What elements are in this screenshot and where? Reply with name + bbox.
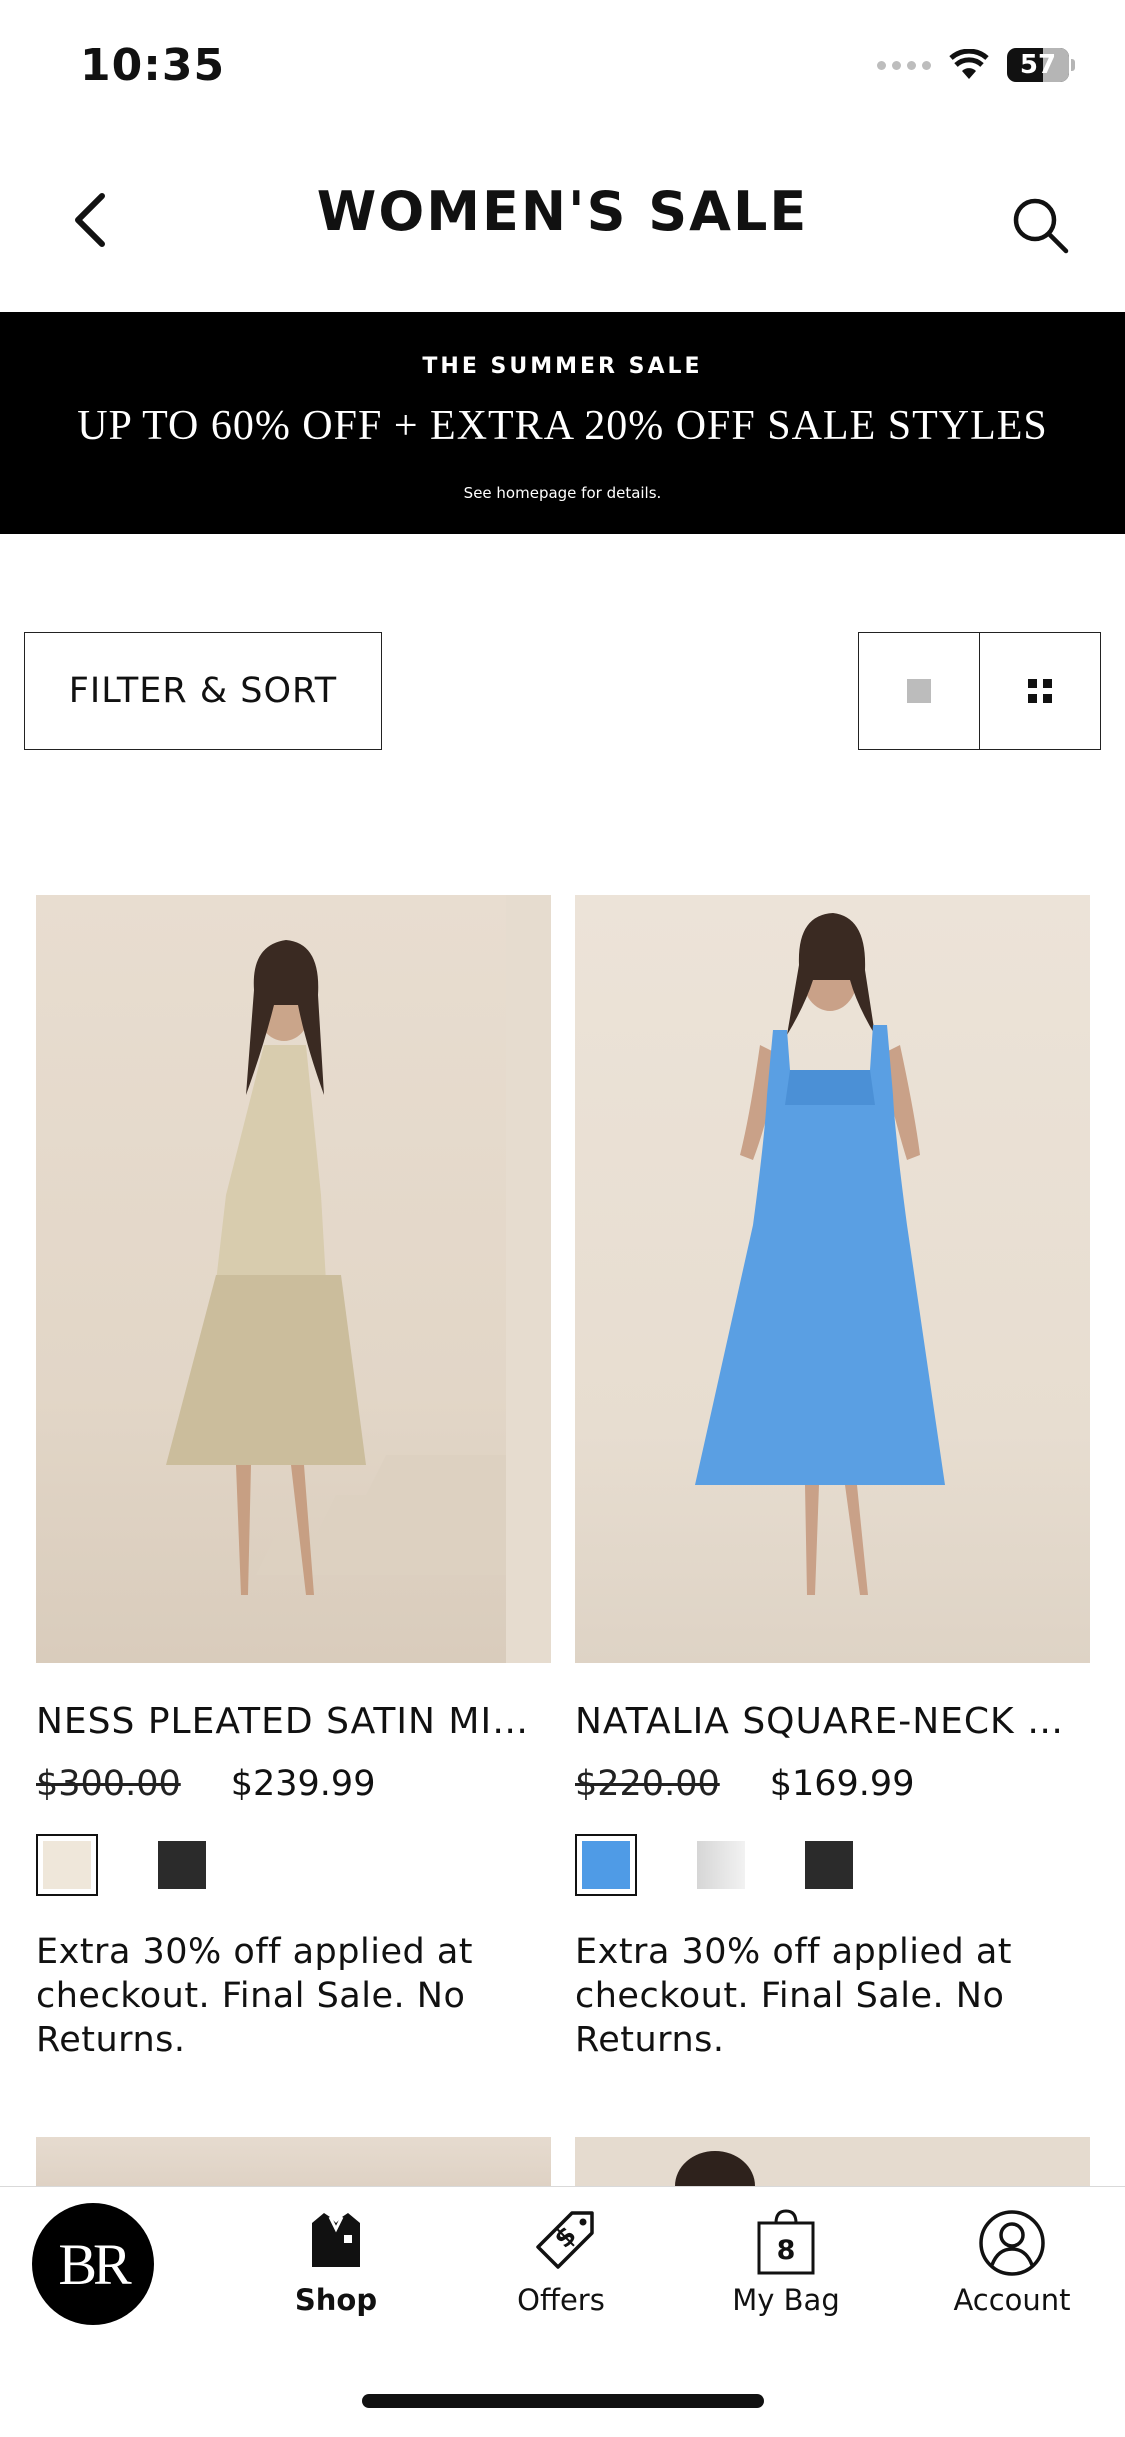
search-button[interactable] <box>1000 185 1080 265</box>
bag-count-badge: 8 <box>776 2235 796 2266</box>
product-prices: $300.00 $239.99 <box>36 1764 551 1804</box>
shopping-bag-icon: 8 <box>756 2209 816 2275</box>
product-card[interactable]: NATALIA SQUARE-NECK MIDI DRESS $220.00 $… <box>575 895 1090 2062</box>
logo-text: BR <box>58 2231 131 2297</box>
product-prices: $220.00 $169.99 <box>575 1764 1090 1804</box>
color-swatches <box>36 1834 551 1896</box>
promo-note: Extra 30% off applied at checkout. Final… <box>575 1932 1012 2060</box>
tab-offers-label: Offers <box>517 2283 605 2317</box>
account-icon <box>979 2210 1045 2276</box>
product-image[interactable] <box>575 895 1090 1663</box>
tab-account-label: Account <box>953 2283 1071 2317</box>
home-indicator[interactable] <box>362 2394 764 2408</box>
status-indicators: 57 <box>877 48 1075 82</box>
dress-photo-illustration <box>695 913 945 1595</box>
product-card[interactable]: NESS PLEATED SATIN MIDI DRESS $300.00 $2… <box>36 895 551 2062</box>
product-image[interactable] <box>36 895 551 1663</box>
swatch-cream-selected[interactable] <box>36 1834 98 1896</box>
tab-home[interactable]: BR <box>32 2203 157 2325</box>
tab-shop[interactable]: Shop <box>256 2209 416 2317</box>
battery-icon: 57 <box>1007 48 1069 82</box>
view-toggle <box>858 632 1101 750</box>
signal-icon <box>877 60 931 70</box>
page-title: WOMEN'S SALE <box>316 180 809 243</box>
grid-view-button[interactable] <box>979 633 1100 749</box>
shirt-icon <box>312 2213 360 2267</box>
banner-fine-print: See homepage for details. <box>463 484 662 502</box>
tab-my-bag[interactable]: 8 My Bag <box>706 2209 866 2317</box>
swatch-black[interactable] <box>805 1841 853 1889</box>
price-tag-icon: $ <box>536 2211 594 2269</box>
banner-eyebrow: THE SUMMER SALE <box>422 354 703 379</box>
original-price: $220.00 <box>575 1764 720 1804</box>
banner-headline: UP TO 60% OFF + EXTRA 20% OFF SALE STYLE… <box>77 403 1048 449</box>
status-time: 10:35 <box>80 40 226 91</box>
promo-note: Extra 30% off applied at checkout. Final… <box>36 1932 473 2060</box>
dress-photo-illustration <box>166 895 551 1663</box>
swatch-black[interactable] <box>158 1841 206 1889</box>
original-price: $300.00 <box>36 1764 181 1804</box>
grid-view-icon <box>1028 679 1052 703</box>
battery-level: 57 <box>1019 50 1057 80</box>
sale-price: $169.99 <box>769 1764 915 1804</box>
tab-my-bag-label: My Bag <box>732 2283 840 2317</box>
tab-offers[interactable]: $ Offers <box>481 2209 641 2317</box>
filter-sort-button[interactable]: FILTER & SORT <box>24 632 382 750</box>
color-swatches <box>575 1834 1090 1896</box>
tab-account[interactable]: Account <box>932 2209 1092 2317</box>
single-view-icon <box>907 679 931 703</box>
br-logo-icon: BR <box>32 2203 154 2325</box>
sale-banner[interactable]: THE SUMMER SALE UP TO 60% OFF + EXTRA 20… <box>0 312 1125 534</box>
swatch-light-grey[interactable] <box>697 1841 745 1889</box>
search-icon <box>1013 198 1069 254</box>
tab-shop-label: Shop <box>294 2283 378 2317</box>
single-column-view-button[interactable] <box>859 633 979 749</box>
product-name[interactable]: NESS PLEATED SATIN MIDI DRESS <box>36 1701 551 1742</box>
wifi-icon <box>949 49 989 79</box>
swatch-blue-selected[interactable] <box>575 1834 637 1896</box>
sale-price: $239.99 <box>230 1764 376 1804</box>
product-name[interactable]: NATALIA SQUARE-NECK MIDI DRESS <box>575 1701 1090 1742</box>
